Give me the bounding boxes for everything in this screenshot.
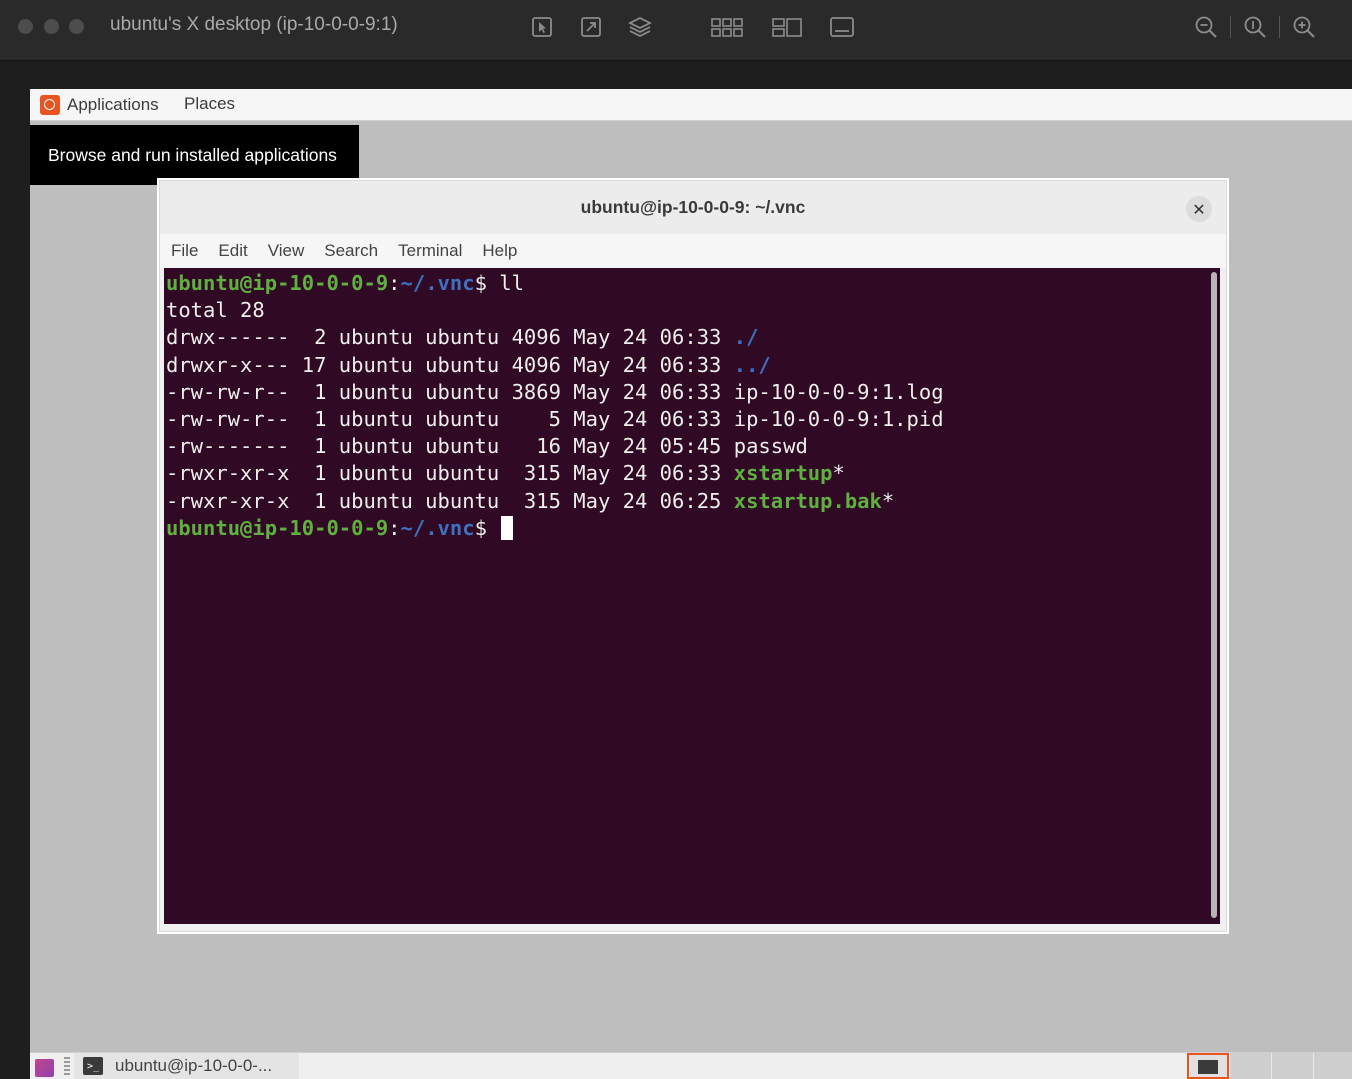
file-meta: -rw------- 1 ubuntu ubuntu 16 May 24 05:… xyxy=(166,434,734,459)
terminal-menubar: File Edit View Search Terminal Help xyxy=(160,234,1226,268)
file-name: ip-10-0-0-9:1.pid xyxy=(733,407,944,432)
file-name: ../ xyxy=(733,352,771,377)
prompt-user: ubuntu@ip-10-0-0-9 xyxy=(166,515,389,540)
places-menu[interactable]: Places xyxy=(184,94,235,114)
top-panel: Applications Places xyxy=(30,89,1352,121)
listing-row: -rw------- 1 ubuntu ubuntu 16 May 24 05:… xyxy=(166,433,944,460)
prompt-user: ubuntu@ip-10-0-0-9 xyxy=(166,271,389,295)
prompt-line: ubuntu@ip-10-0-0-9:~/.vnc$ xyxy=(166,515,944,542)
keyboard-icon[interactable] xyxy=(829,14,855,40)
close-window-button[interactable] xyxy=(18,19,33,34)
ubuntu-logo-icon xyxy=(40,95,60,115)
file-meta: drwx------ 2 ubuntu ubuntu 4096 May 24 0… xyxy=(166,325,734,350)
layers-icon[interactable] xyxy=(627,14,653,40)
maximize-window-button[interactable] xyxy=(69,19,84,34)
split-icon[interactable] xyxy=(771,14,803,40)
file-name: passwd xyxy=(733,434,808,459)
applications-label: Applications xyxy=(67,95,159,114)
menu-terminal[interactable]: Terminal xyxy=(398,241,462,261)
terminal-icon: >_ xyxy=(83,1057,103,1075)
terminal-window[interactable]: ubuntu@ip-10-0-0-9: ~/.vnc ✕ File Edit V… xyxy=(159,180,1227,932)
applications-menu[interactable]: Applications xyxy=(40,93,159,117)
taskbar-terminal-button[interactable]: >_ ubuntu@ip-10-0-0-... xyxy=(74,1053,299,1079)
prompt-path: ~/.vnc xyxy=(400,271,475,295)
minimize-window-button[interactable] xyxy=(44,19,59,34)
terminal-titlebar[interactable]: ubuntu@ip-10-0-0-9: ~/.vnc ✕ xyxy=(160,181,1226,234)
workspace-3[interactable] xyxy=(1271,1053,1314,1079)
grid-icon[interactable] xyxy=(710,14,744,40)
file-meta: drwxr-x--- 17 ubuntu ubuntu 4096 May 24 … xyxy=(166,352,734,377)
zoom-fit-icon[interactable] xyxy=(1242,14,1268,40)
close-icon: ✕ xyxy=(1192,199,1206,219)
workspace-2[interactable] xyxy=(1229,1053,1272,1079)
listing-row: drwx------ 2 ubuntu ubuntu 4096 May 24 0… xyxy=(166,324,944,351)
file-meta: -rw-rw-r-- 1 ubuntu ubuntu 5 May 24 06:3… xyxy=(166,407,734,432)
exec-marker: * xyxy=(881,488,895,513)
total-line: total 28 xyxy=(166,298,265,323)
file-name: xstartup xyxy=(733,461,833,486)
scale-icon[interactable] xyxy=(578,14,604,40)
listing-row: drwxr-x--- 17 ubuntu ubuntu 4096 May 24 … xyxy=(166,352,944,379)
text-cursor xyxy=(501,515,514,540)
file-name: ./ xyxy=(733,325,759,350)
menu-view[interactable]: View xyxy=(268,241,305,261)
listing: drwx------ 2 ubuntu ubuntu 4096 May 24 0… xyxy=(166,324,944,514)
panel-grip xyxy=(64,1057,70,1077)
terminal-text: ubuntu@ip-10-0-0-9:~/.vnc$ ll total 28 drw… xyxy=(166,270,944,542)
terminal-title: ubuntu@ip-10-0-0-9: ~/.vnc xyxy=(580,197,806,217)
show-desktop-button[interactable] xyxy=(35,1059,54,1077)
viewer-title: ubuntu's X desktop (ip-10-0-0-9:1) xyxy=(110,14,398,35)
zoom-out-icon[interactable] xyxy=(1193,14,1219,40)
listing-row: -rw-rw-r-- 1 ubuntu ubuntu 3869 May 24 0… xyxy=(166,379,944,406)
bottom-panel: >_ ubuntu@ip-10-0-0-... xyxy=(30,1052,1352,1079)
terminal-output[interactable]: ubuntu@ip-10-0-0-9:~/.vnc$ ll total 28 drw… xyxy=(164,268,1220,924)
zoom-in-icon[interactable] xyxy=(1291,14,1317,40)
applications-tooltip: Browse and run installed applications xyxy=(30,125,359,185)
command-line: ubuntu@ip-10-0-0-9:~/.vnc$ ll xyxy=(166,271,524,295)
file-meta: -rwxr-xr-x 1 ubuntu ubuntu 315 May 24 06… xyxy=(166,461,734,486)
remote-desktop[interactable]: Applications Places Browse and run insta… xyxy=(30,89,1352,1079)
menu-file[interactable]: File xyxy=(171,241,198,261)
file-name: ip-10-0-0-9:1.log xyxy=(733,379,944,404)
menu-edit[interactable]: Edit xyxy=(218,241,247,261)
file-meta: -rwxr-xr-x 1 ubuntu ubuntu 315 May 24 06… xyxy=(166,488,734,513)
workspace-4[interactable] xyxy=(1313,1053,1352,1079)
exec-marker: * xyxy=(832,461,845,486)
taskbar-label: ubuntu@ip-10-0-0-... xyxy=(115,1056,273,1075)
command-text: ll xyxy=(499,271,524,295)
toolbar-divider xyxy=(1279,16,1280,38)
viewer-titlebar: ubuntu's X desktop (ip-10-0-0-9:1) xyxy=(0,0,1352,61)
listing-row: -rwxr-xr-x 1 ubuntu ubuntu 315 May 24 06… xyxy=(166,460,944,487)
menu-search[interactable]: Search xyxy=(324,241,378,261)
file-meta: -rw-rw-r-- 1 ubuntu ubuntu 3869 May 24 0… xyxy=(166,379,734,404)
listing-row: -rwxr-xr-x 1 ubuntu ubuntu 315 May 24 06… xyxy=(166,488,944,515)
file-name: xstartup.bak xyxy=(733,488,882,513)
prompt-path: ~/.vnc xyxy=(400,515,475,540)
terminal-close-button[interactable]: ✕ xyxy=(1186,196,1212,222)
terminal-scrollbar[interactable] xyxy=(1211,272,1217,918)
workspace-window-thumb xyxy=(1198,1060,1218,1074)
listing-row: -rw-rw-r-- 1 ubuntu ubuntu 5 May 24 06:3… xyxy=(166,406,944,433)
workspace-1[interactable] xyxy=(1187,1053,1229,1079)
toolbar-divider xyxy=(1230,16,1231,38)
pointer-icon[interactable] xyxy=(529,14,555,40)
menu-help[interactable]: Help xyxy=(482,241,517,261)
